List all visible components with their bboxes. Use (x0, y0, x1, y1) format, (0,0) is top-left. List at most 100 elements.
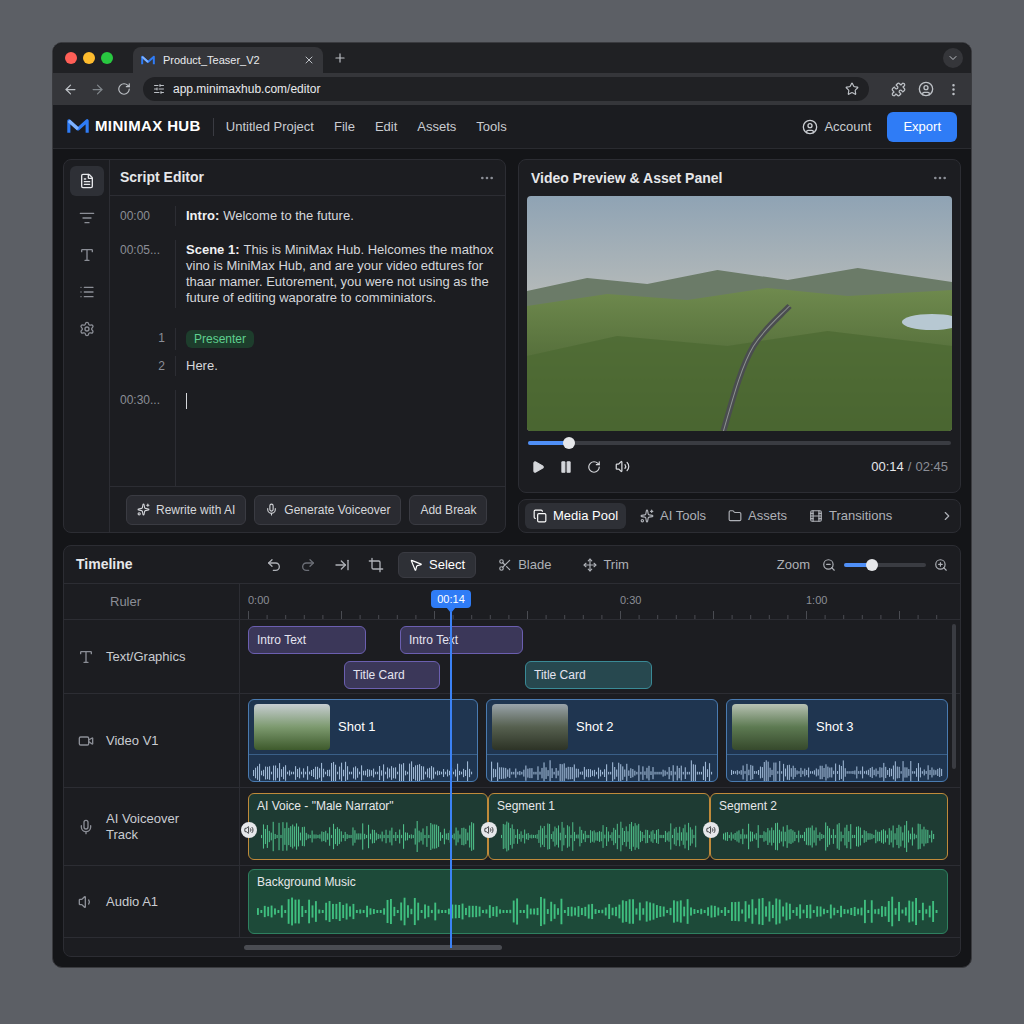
profile-icon[interactable] (918, 81, 934, 97)
asset-tab[interactable]: Media Pool (525, 503, 626, 529)
ruler[interactable]: 0:000:301:00 (240, 584, 960, 619)
menu-item[interactable]: Untitled Project (226, 117, 314, 137)
waveform (257, 894, 939, 929)
script-filler (110, 411, 505, 486)
split-icon[interactable] (334, 557, 350, 573)
zoom-in-icon[interactable] (934, 558, 948, 572)
export-button[interactable]: Export (887, 112, 957, 142)
tab-search-button[interactable] (943, 48, 963, 68)
volume-icon[interactable] (615, 459, 630, 474)
undo-icon[interactable] (266, 557, 282, 573)
voice-volume-button[interactable] (241, 822, 257, 838)
speaker-icon (706, 825, 716, 835)
zoom-knob[interactable] (866, 559, 878, 571)
waveform (261, 818, 475, 855)
rail-button[interactable] (70, 314, 104, 344)
scroll-thumb[interactable] (244, 945, 502, 950)
rail-button[interactable] (70, 166, 104, 196)
track-lane[interactable]: Background Music (240, 866, 960, 937)
row-text: Scene 1:This is MiniMax Hub. Helcomes th… (176, 240, 505, 308)
script-body[interactable]: 00:00Intro:Welcome to the future.00:05..… (110, 196, 505, 486)
url-field[interactable]: app.minimaxhub.com/editor (143, 77, 869, 101)
ruler-tick: 0:30 (620, 592, 641, 609)
back-icon[interactable] (63, 82, 78, 97)
brand[interactable]: MINIMAX HUB (95, 115, 201, 138)
asset-tab[interactable]: Transitions (801, 503, 900, 529)
asset-tab[interactable]: AI Tools (632, 503, 714, 529)
text-clip[interactable]: Title Card (344, 661, 440, 689)
video-clip[interactable]: Shot 1 (248, 699, 478, 782)
track-lane[interactable]: AI Voice - "Male Narrator"Segment 1Segme… (240, 788, 960, 865)
plus-icon[interactable] (333, 51, 347, 65)
browser-window: Product_Teaser_V2 app.minimaxhub.com/edit… (52, 42, 972, 968)
voice-volume-button[interactable] (703, 822, 719, 838)
text-clip[interactable]: Intro Text (248, 626, 366, 654)
editor-button[interactable]: Rewrite with AI (126, 495, 246, 525)
more-icon[interactable] (932, 170, 948, 186)
video-preview[interactable] (527, 196, 952, 431)
reload-icon[interactable] (117, 82, 131, 96)
close-window-button[interactable] (65, 52, 77, 64)
tool-button[interactable]: Trim (573, 552, 639, 578)
voice-clip[interactable]: AI Voice - "Male Narrator" (248, 793, 488, 860)
menu-item[interactable]: Assets (417, 117, 456, 137)
scrubber[interactable] (528, 441, 951, 445)
track-lane[interactable]: Shot 1Shot 2Shot 3 (240, 694, 960, 787)
replay-icon[interactable] (587, 460, 601, 474)
voice-clip[interactable]: Segment 2 (710, 793, 948, 860)
rail-button[interactable] (70, 203, 104, 233)
text-icon (79, 247, 95, 263)
rail-button[interactable] (70, 240, 104, 270)
play-icon[interactable] (531, 460, 545, 474)
zoom-slider[interactable] (844, 563, 926, 567)
menu-item[interactable]: Tools (476, 117, 506, 137)
star-icon[interactable] (845, 82, 859, 96)
vertical-scrollbar[interactable] (952, 624, 956, 769)
tool-button[interactable]: Blade (488, 552, 561, 578)
track-lane[interactable]: Intro TextIntro TextTitle CardTitle Card (240, 620, 960, 693)
folder-icon (728, 509, 742, 523)
menu-icon[interactable] (946, 82, 961, 97)
playhead-time: 00:14 (431, 590, 471, 608)
editor-button[interactable]: Add Break (409, 495, 487, 525)
voice-volume-button[interactable] (481, 822, 497, 838)
account-button[interactable]: Account (802, 117, 871, 137)
close-icon[interactable] (303, 54, 315, 66)
text-clip[interactable]: Intro Text (400, 626, 523, 654)
crop-icon[interactable] (368, 557, 384, 573)
editor-button[interactable]: Generate Voiceover (254, 495, 401, 525)
more-icon[interactable] (479, 170, 495, 186)
waveform (491, 758, 713, 782)
voice-clip[interactable]: Segment 1 (488, 793, 710, 860)
minimize-window-button[interactable] (83, 52, 95, 64)
chevron-right-icon[interactable] (940, 509, 954, 523)
text-clip[interactable]: Title Card (525, 661, 652, 689)
rail-button[interactable] (70, 277, 104, 307)
track-row: Audio A1Background Music (64, 866, 960, 938)
redo-icon[interactable] (300, 557, 316, 573)
text-cursor (186, 393, 187, 409)
video-clip[interactable]: Shot 2 (486, 699, 718, 782)
window-controls (53, 52, 125, 64)
menu-item[interactable]: Edit (375, 117, 397, 137)
forward-icon[interactable] (90, 82, 105, 97)
speaker-tag[interactable]: Presenter (186, 330, 254, 348)
maximize-window-button[interactable] (101, 52, 113, 64)
audio-clip[interactable]: Background Music (248, 869, 948, 934)
speaker-icon (78, 894, 94, 910)
logo-icon (67, 118, 89, 135)
row-marker: 2 (110, 356, 176, 376)
zoom-out-icon[interactable] (822, 558, 836, 572)
tab-title: Product_Teaser_V2 (163, 52, 295, 69)
asset-tab[interactable]: Assets (720, 503, 795, 529)
extensions-icon[interactable] (891, 82, 906, 97)
tool-button[interactable]: Select (398, 552, 476, 578)
scrubber-knob[interactable] (563, 437, 575, 449)
script-row: 2Here. (110, 356, 505, 376)
pause-icon[interactable] (559, 460, 573, 474)
video-clip[interactable]: Shot 3 (726, 699, 948, 782)
menu-item[interactable]: File (334, 117, 355, 137)
mic-icon (265, 503, 278, 516)
browser-tab[interactable]: Product_Teaser_V2 (133, 47, 323, 73)
site-settings-icon[interactable] (153, 83, 165, 95)
